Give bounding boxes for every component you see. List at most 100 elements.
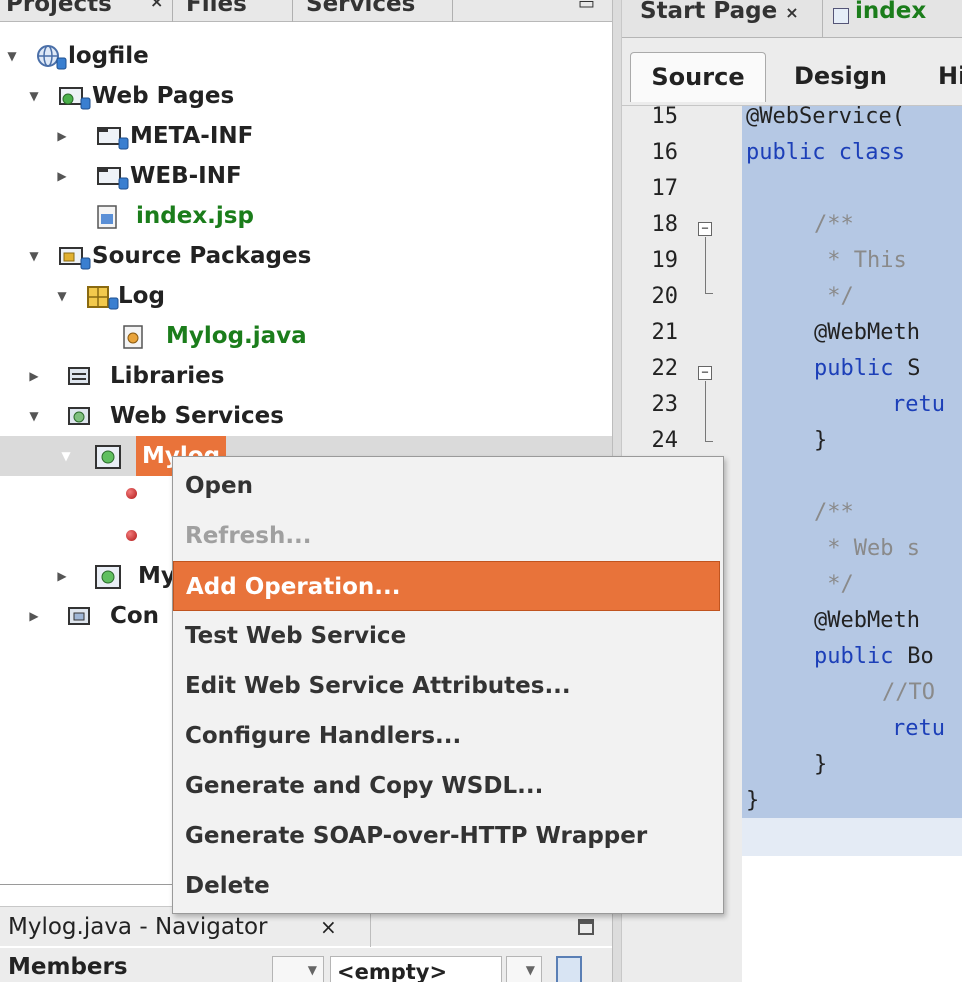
expand-arrow-icon[interactable]: ▶	[52, 556, 72, 596]
navigator-filter-bar: Members ▼ <empty> ▼	[0, 948, 612, 982]
operation-icon[interactable]	[126, 488, 137, 499]
line-number: 23	[651, 392, 679, 417]
close-icon[interactable]: ×	[785, 3, 798, 22]
tab-close-icon[interactable]: ×	[150, 0, 163, 20]
code-line: }	[746, 788, 760, 813]
design-button[interactable]: Design	[794, 52, 887, 100]
expand-arrow-icon[interactable]: ▶	[52, 116, 72, 156]
service-icon	[94, 444, 124, 476]
context-menu: Open Refresh... Add Operation... Test We…	[172, 456, 724, 914]
fold-guide	[705, 293, 713, 294]
tree-node-libraries[interactable]: ▶ Libraries	[0, 356, 612, 396]
code-line: Bo	[894, 644, 934, 669]
code-line: */	[814, 572, 854, 597]
collapse-arrow-icon[interactable]: ▼	[24, 396, 44, 436]
folder-icon	[96, 124, 130, 156]
expand-arrow-icon[interactable]: ▶	[52, 156, 72, 196]
web-services-label: Web Services	[110, 403, 284, 429]
code-line: /**	[814, 500, 854, 525]
expand-arrow-icon[interactable]: ▶	[24, 356, 44, 396]
code-area[interactable]: @WebService( public class /** * This */ …	[742, 104, 962, 982]
web-inf-label: WEB-INF	[130, 163, 242, 189]
menu-item-generate-wsdl[interactable]: Generate and Copy WSDL...	[173, 761, 723, 811]
line-number: 17	[651, 176, 679, 201]
code-line: * This	[814, 248, 907, 273]
source-packages-label: Source Packages	[92, 243, 312, 269]
members-dropdown[interactable]: ▼	[272, 956, 324, 982]
projects-tab-bar: Projects × Files Services ▭	[0, 0, 612, 22]
menu-item-delete[interactable]: Delete	[173, 861, 723, 911]
history-button[interactable]: Hi	[938, 52, 962, 100]
web-pages-folder-icon	[58, 84, 92, 116]
meta-inf-label: META-INF	[130, 123, 254, 149]
tab-start-page-label: Start Page	[640, 0, 778, 24]
config-files-icon	[66, 604, 94, 636]
menu-item-refresh[interactable]: Refresh...	[173, 511, 723, 561]
line-number: 24	[651, 428, 679, 453]
tree-node-web-services[interactable]: ▼ Web Services	[0, 396, 612, 436]
code-line: public	[814, 644, 894, 669]
tab-index[interactable]: index	[822, 0, 962, 38]
tab-projects[interactable]: Projects	[6, 0, 112, 22]
collapse-arrow-icon[interactable]: ▼	[2, 36, 22, 76]
service-icon	[94, 564, 124, 596]
index-jsp-label: index.jsp	[136, 203, 254, 229]
chevron-down-icon: ▼	[525, 963, 535, 977]
web-services-icon	[66, 404, 94, 436]
navigator-options-icon[interactable]	[556, 956, 582, 982]
selection-highlight-tail	[742, 818, 962, 856]
members-label: Members	[8, 954, 128, 980]
code-line: }	[814, 428, 828, 453]
tab-services[interactable]: Services	[306, 0, 415, 22]
collapse-arrow-icon[interactable]: ▼	[24, 76, 44, 116]
source-button[interactable]: Source	[630, 52, 766, 102]
tab-start-page[interactable]: Start Page ×	[640, 0, 799, 24]
configuration-files-label: Con	[110, 603, 160, 629]
code-line: //TO	[882, 680, 935, 705]
tree-node-meta-inf[interactable]: ▶ META-INF	[0, 116, 612, 156]
operation-icon[interactable]	[126, 530, 137, 541]
collapse-arrow-icon[interactable]: ▼	[56, 436, 76, 476]
jsp-file-icon	[833, 8, 849, 24]
menu-item-configure-handlers[interactable]: Configure Handlers...	[173, 711, 723, 761]
expand-arrow-icon[interactable]: ▶	[24, 596, 44, 636]
filter-dropdown[interactable]: ▼	[506, 956, 542, 982]
chevron-down-icon: ▼	[307, 963, 317, 977]
tab-separator	[172, 0, 173, 22]
code-line: @WebService(	[746, 104, 905, 129]
tree-node-web-inf[interactable]: ▶ WEB-INF	[0, 156, 612, 196]
code-line: public	[814, 356, 894, 381]
panel-border	[0, 884, 180, 885]
minimize-icon[interactable]: ▭	[578, 0, 595, 22]
tree-node-index-jsp[interactable]: index.jsp	[0, 196, 612, 236]
line-number: 20	[651, 284, 679, 309]
menu-item-edit-attributes[interactable]: Edit Web Service Attributes...	[173, 661, 723, 711]
menu-item-open[interactable]: Open	[173, 461, 723, 511]
line-number: 19	[651, 248, 679, 273]
service-2-label: My	[138, 563, 176, 589]
tree-node-package-log[interactable]: ▼ Log	[0, 276, 612, 316]
package-icon	[86, 284, 120, 316]
folder-icon	[96, 164, 130, 196]
tab-files[interactable]: Files	[186, 0, 247, 22]
fold-toggle-icon[interactable]: −	[698, 366, 712, 380]
code-line: @WebMeth	[814, 608, 920, 633]
line-number: 18	[651, 212, 679, 237]
fold-toggle-icon[interactable]: −	[698, 222, 712, 236]
code-line: retu	[892, 716, 945, 741]
code-line: * Web s	[814, 536, 920, 561]
minimize-icon[interactable]	[578, 919, 594, 935]
menu-item-generate-soap-wrapper[interactable]: Generate SOAP-over-HTTP Wrapper	[173, 811, 723, 861]
tree-node-project[interactable]: ▼ logfile	[0, 36, 612, 76]
project-label: logfile	[68, 43, 149, 69]
menu-item-add-operation[interactable]: Add Operation...	[173, 561, 720, 611]
tree-node-mylog-java[interactable]: Mylog.java	[0, 316, 612, 356]
collapse-arrow-icon[interactable]: ▼	[24, 236, 44, 276]
globe-project-icon	[36, 44, 68, 76]
tree-node-web-pages[interactable]: ▼ Web Pages	[0, 76, 612, 116]
menu-item-test-web-service[interactable]: Test Web Service	[173, 611, 723, 661]
filter-combo[interactable]: <empty>	[330, 956, 502, 982]
code-line: @WebMeth	[814, 320, 920, 345]
tree-node-source-packages[interactable]: ▼ Source Packages	[0, 236, 612, 276]
collapse-arrow-icon[interactable]: ▼	[52, 276, 72, 316]
